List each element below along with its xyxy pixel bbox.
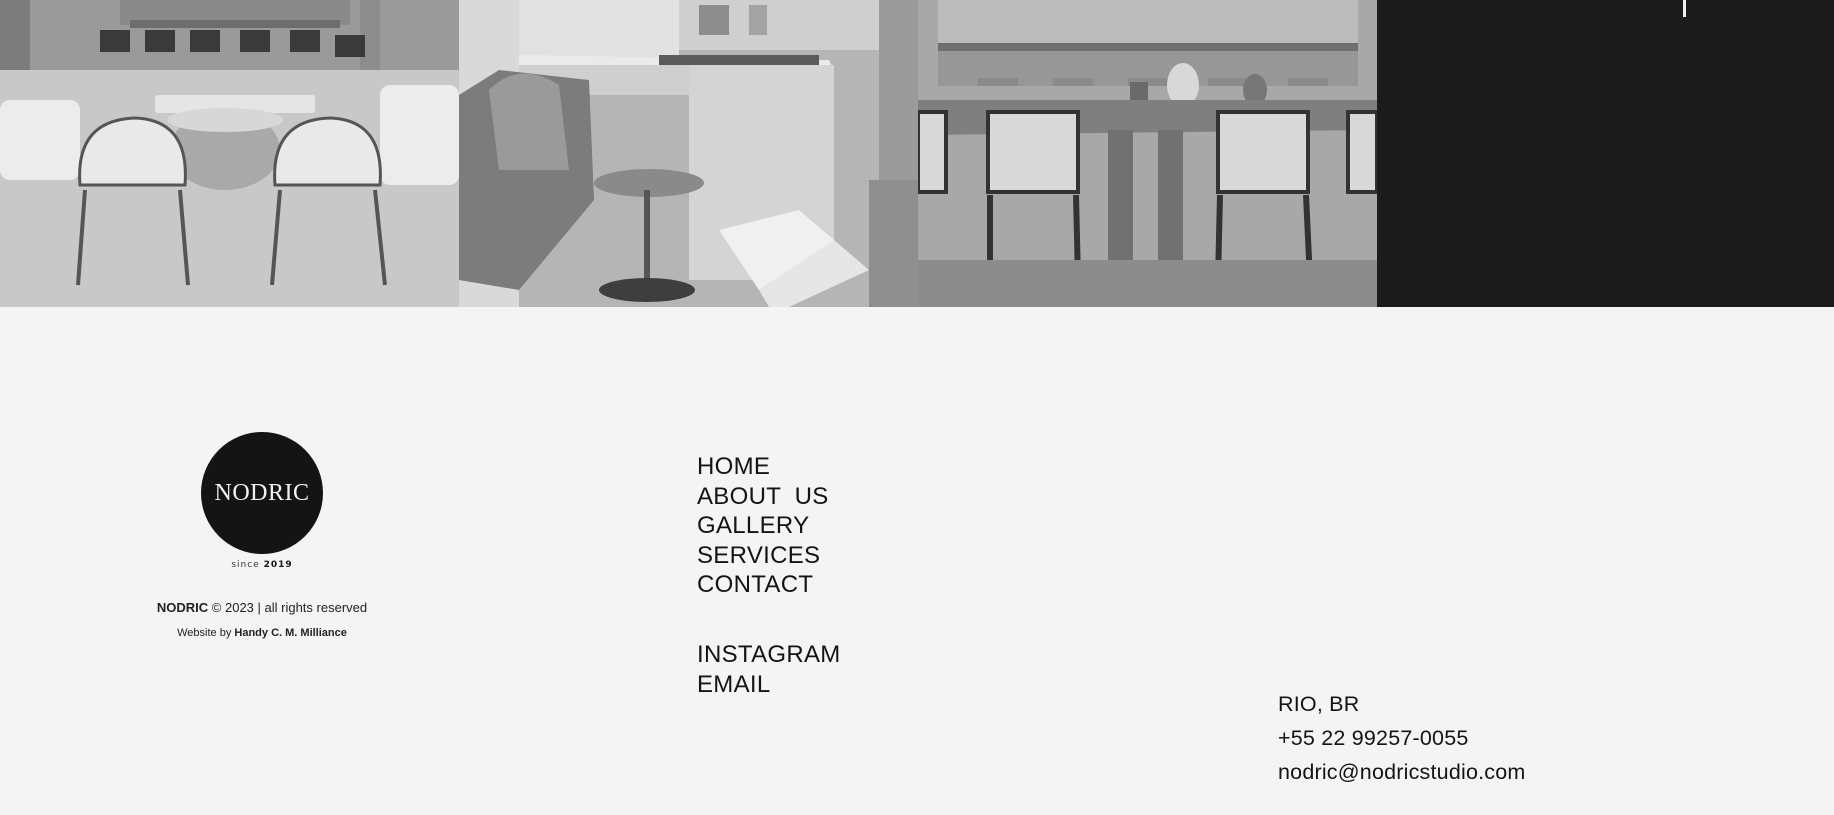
since-year: 2019 xyxy=(263,560,293,570)
instagram-link[interactable]: INSTAGRAM xyxy=(697,640,841,670)
nav-about-us[interactable]: ABOUT US xyxy=(697,482,829,512)
contact-email[interactable]: nodric@nodricstudio.com xyxy=(1278,755,1526,789)
cursor-bar xyxy=(1683,0,1686,17)
kitchen-island-image xyxy=(459,0,918,307)
nav-gallery[interactable]: GALLERY xyxy=(697,511,829,541)
website-credit: Website by Handy C. M. Milliance xyxy=(140,627,384,639)
footer-nav: HOME ABOUT US GALLERY SERVICES CONTACT xyxy=(697,452,829,600)
dark-panel xyxy=(1377,0,1834,307)
copyright-text: © 2023 | all rights reserved xyxy=(211,600,368,615)
dining-table-image xyxy=(918,0,1377,307)
contact-info: RIO, BR +55 22 99257-0055 nodric@nodrics… xyxy=(1278,687,1526,789)
email-link[interactable]: EMAIL xyxy=(697,670,841,700)
logo[interactable]: NODRIC xyxy=(201,432,323,554)
logo-text: NODRIC xyxy=(214,479,310,506)
nav-contact[interactable]: CONTACT xyxy=(697,570,829,600)
contact-phone[interactable]: +55 22 99257-0055 xyxy=(1278,721,1526,755)
dining-table-photo[interactable] xyxy=(918,0,1377,307)
kitchen-island-photo[interactable] xyxy=(459,0,918,307)
since-text: since xyxy=(231,560,260,570)
living-room-photo[interactable] xyxy=(0,0,459,307)
credit-prefix: Website by xyxy=(177,627,232,639)
copyright: NODRIC © 2023 | all rights reserved xyxy=(140,600,384,615)
since-label: since 2019 xyxy=(140,560,384,570)
credit-name[interactable]: Handy C. M. Milliance xyxy=(234,627,346,639)
footer: NODRIC since 2019 NODRIC © 2023 | all ri… xyxy=(0,307,1834,815)
brand-block: NODRIC since 2019 NODRIC © 2023 | all ri… xyxy=(140,432,384,639)
copyright-brand: NODRIC xyxy=(156,600,209,615)
gallery-strip xyxy=(0,0,1834,307)
social-links: INSTAGRAM EMAIL xyxy=(697,640,841,699)
nav-services[interactable]: SERVICES xyxy=(697,541,829,571)
contact-location: RIO, BR xyxy=(1278,692,1360,716)
living-room-image xyxy=(0,0,459,307)
nav-home[interactable]: HOME xyxy=(697,452,829,482)
